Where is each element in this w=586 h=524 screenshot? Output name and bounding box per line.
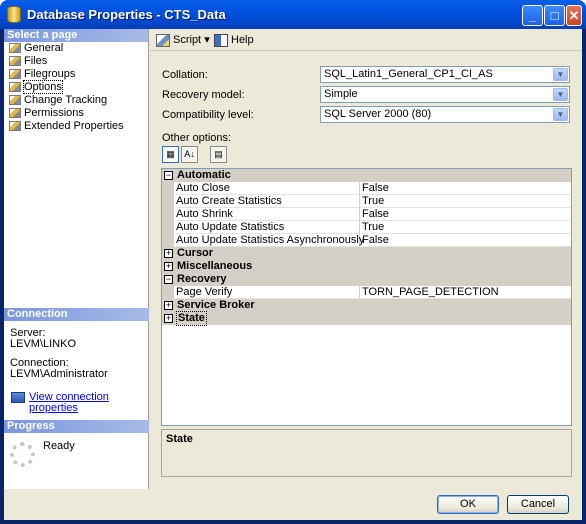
property-value[interactable]: True — [361, 195, 571, 208]
property-value[interactable]: False — [361, 182, 571, 195]
other-options-label: Other options: — [162, 132, 232, 144]
progress-status: Ready — [43, 440, 75, 452]
nav-item-general[interactable]: General — [4, 42, 148, 55]
page-icon — [9, 69, 21, 79]
page-icon — [9, 95, 21, 105]
progress-section: Progress Ready — [4, 420, 149, 467]
title-bar[interactable]: Database Properties - CTS_Data _ □ ✕ — [0, 0, 586, 29]
property-pages-icon[interactable]: ▤ — [210, 146, 227, 163]
nav-item-options[interactable]: Options — [4, 80, 148, 94]
help-button[interactable]: Help — [214, 33, 254, 47]
dialog-client: Select a page General Files Filegroups O… — [4, 29, 582, 520]
compatibility-level-select[interactable]: SQL Server 2000 (80) ▼ — [320, 106, 570, 123]
expand-icon[interactable]: + — [164, 301, 173, 310]
chevron-down-icon[interactable]: ▼ — [553, 88, 568, 101]
page-icon — [9, 121, 21, 131]
left-pane: Select a page General Files Filegroups O… — [4, 29, 149, 489]
script-button[interactable]: Script ▾ — [156, 33, 210, 47]
connection-properties-icon — [11, 392, 25, 403]
progress-header: Progress — [4, 420, 149, 433]
category-miscellaneous[interactable]: + Miscellaneous — [162, 260, 571, 273]
compatibility-level-label: Compatibility level: — [162, 109, 254, 121]
toolbar: Script ▾ Help — [150, 29, 582, 51]
database-icon — [7, 6, 21, 23]
server-value: LEVM\LINKO — [10, 338, 77, 350]
chevron-down-icon[interactable]: ▼ — [553, 108, 568, 121]
category-recovery[interactable]: − Recovery — [162, 273, 571, 286]
property-value[interactable]: False — [361, 208, 571, 221]
connection-section: Connection Server: LEVM\LINKO Connection… — [4, 308, 149, 421]
property-value[interactable]: True — [361, 221, 571, 234]
recovery-model-label: Recovery model: — [162, 89, 245, 101]
collation-label: Collation: — [162, 69, 208, 81]
collapse-icon[interactable]: − — [164, 275, 173, 284]
category-automatic[interactable]: − Automatic — [162, 169, 571, 182]
property-description-panel: State — [161, 429, 572, 477]
description-title: State — [166, 433, 193, 445]
cancel-button[interactable]: Cancel — [507, 495, 569, 514]
nav-item-extended-properties[interactable]: Extended Properties — [4, 120, 148, 133]
property-row-auto-update-statistics-async[interactable]: Auto Update Statistics Asynchronously Fal… — [162, 234, 571, 247]
nav-item-change-tracking[interactable]: Change Tracking — [4, 94, 148, 107]
property-row-auto-create-statistics[interactable]: Auto Create Statistics True — [162, 195, 571, 208]
property-row-auto-close[interactable]: Auto Close False — [162, 182, 571, 195]
dropdown-arrow-icon[interactable]: ▾ — [204, 34, 210, 46]
view-connection-properties-link[interactable]: View connection properties — [10, 392, 143, 414]
property-row-page-verify[interactable]: Page Verify TORN_PAGE_DETECTION — [162, 286, 571, 299]
maximize-button[interactable]: □ — [544, 5, 565, 26]
property-value[interactable]: TORN_PAGE_DETECTION — [361, 286, 571, 299]
recovery-model-select[interactable]: Simple ▼ — [320, 86, 570, 103]
page-icon — [9, 56, 21, 66]
category-state[interactable]: + State — [162, 311, 571, 326]
page-icon — [9, 43, 21, 53]
ok-button[interactable]: OK — [437, 495, 499, 514]
options-property-grid: − Automatic Auto Close False Auto Create S… — [161, 168, 572, 426]
script-icon — [156, 33, 170, 47]
progress-spinner-icon — [10, 442, 35, 467]
window-title: Database Properties - CTS_Data — [27, 7, 226, 22]
category-service-broker[interactable]: + Service Broker — [162, 299, 571, 312]
property-value[interactable]: False — [361, 234, 571, 247]
dialog-window: Database Properties - CTS_Data _ □ ✕ Sel… — [0, 0, 586, 524]
nav-item-filegroups[interactable]: Filegroups — [4, 68, 148, 81]
category-cursor[interactable]: + Cursor — [162, 247, 571, 260]
nav-item-permissions[interactable]: Permissions — [4, 107, 148, 120]
connection-header: Connection — [4, 308, 149, 321]
property-row-auto-update-statistics[interactable]: Auto Update Statistics True — [162, 221, 571, 234]
close-button[interactable]: ✕ — [566, 5, 582, 26]
page-icon — [9, 82, 21, 92]
help-icon — [214, 33, 228, 47]
nav-item-files[interactable]: Files — [4, 55, 148, 68]
collation-select[interactable]: SQL_Latin1_General_CP1_CI_AS ▼ — [320, 66, 570, 83]
expand-icon[interactable]: + — [164, 314, 173, 323]
connection-value: LEVM\Administrator — [10, 368, 108, 380]
page-icon — [9, 108, 21, 118]
select-page-header: Select a page — [4, 29, 148, 42]
expand-icon[interactable]: + — [164, 262, 173, 271]
collapse-icon[interactable]: − — [164, 171, 173, 180]
sort-alphabetical-icon[interactable]: A↓ — [181, 146, 198, 163]
minimize-button[interactable]: _ — [522, 5, 543, 26]
categorized-view-icon[interactable]: ▦ — [162, 146, 179, 163]
property-row-auto-shrink[interactable]: Auto Shrink False — [162, 208, 571, 221]
chevron-down-icon[interactable]: ▼ — [553, 68, 568, 81]
expand-icon[interactable]: + — [164, 249, 173, 258]
